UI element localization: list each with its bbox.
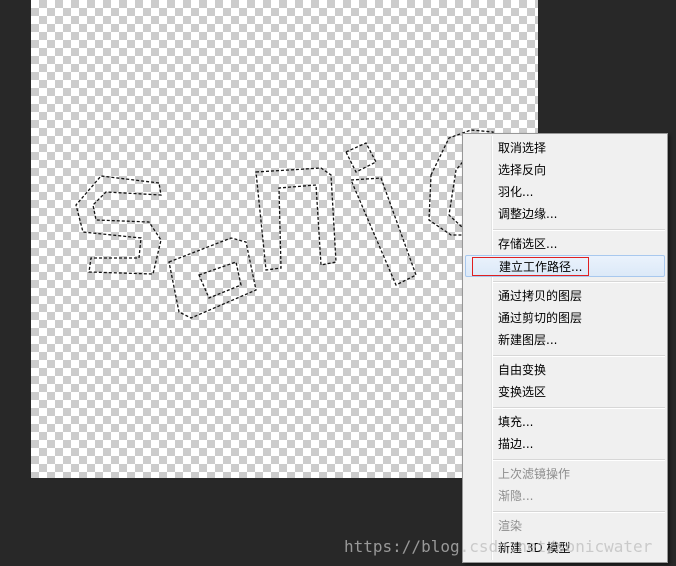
menu-separator xyxy=(493,459,665,461)
selection-letter-a xyxy=(168,237,257,319)
menu-item-deselect[interactable]: 取消选择 xyxy=(465,137,665,159)
menu-item-transform-selection[interactable]: 变换选区 xyxy=(465,381,665,403)
menu-item-save-selection[interactable]: 存储选区... xyxy=(465,233,665,255)
menu-item-free-transform[interactable]: 自由变换 xyxy=(465,359,665,381)
menu-item-last-filter: 上次滤镜操作 xyxy=(498,467,571,481)
menu-item-new-layer[interactable]: 新建图层... xyxy=(465,329,665,351)
menu-item-render: 渲染 xyxy=(498,519,523,533)
photoshop-workspace: 取消选择 选择反向 羽化... 调整边缘... 存储选区... 建立工作路径..… xyxy=(0,0,676,566)
menu-item-refine-edge[interactable]: 调整边缘... xyxy=(465,203,665,225)
context-menu[interactable]: 取消选择 选择反向 羽化... 调整边缘... 存储选区... 建立工作路径..… xyxy=(462,133,668,563)
selection-letter-s xyxy=(75,175,162,275)
menu-item-new-3d-model[interactable]: 新建 3D 模型 xyxy=(465,537,665,559)
menu-item-fade: 渐隐... xyxy=(498,489,534,503)
menu-separator xyxy=(493,355,665,357)
selection-letter-n xyxy=(255,167,337,271)
menu-separator xyxy=(493,229,665,231)
menu-item-fill[interactable]: 填充... xyxy=(465,411,665,433)
selection-letter-i-dot xyxy=(345,142,377,173)
menu-item-feather[interactable]: 羽化... xyxy=(465,181,665,203)
menu-separator xyxy=(493,281,665,283)
menu-item-stroke[interactable]: 描边... xyxy=(465,433,665,455)
menu-separator xyxy=(493,511,665,513)
menu-item-layer-via-copy[interactable]: 通过拷贝的图层 xyxy=(465,285,665,307)
selection-letter-i-stem xyxy=(350,177,417,286)
menu-separator xyxy=(493,407,665,409)
menu-item-layer-via-cut[interactable]: 通过剪切的图层 xyxy=(465,307,665,329)
menu-item-select-inverse[interactable]: 选择反向 xyxy=(465,159,665,181)
menu-item-make-work-path[interactable]: 建立工作路径... xyxy=(465,255,665,277)
